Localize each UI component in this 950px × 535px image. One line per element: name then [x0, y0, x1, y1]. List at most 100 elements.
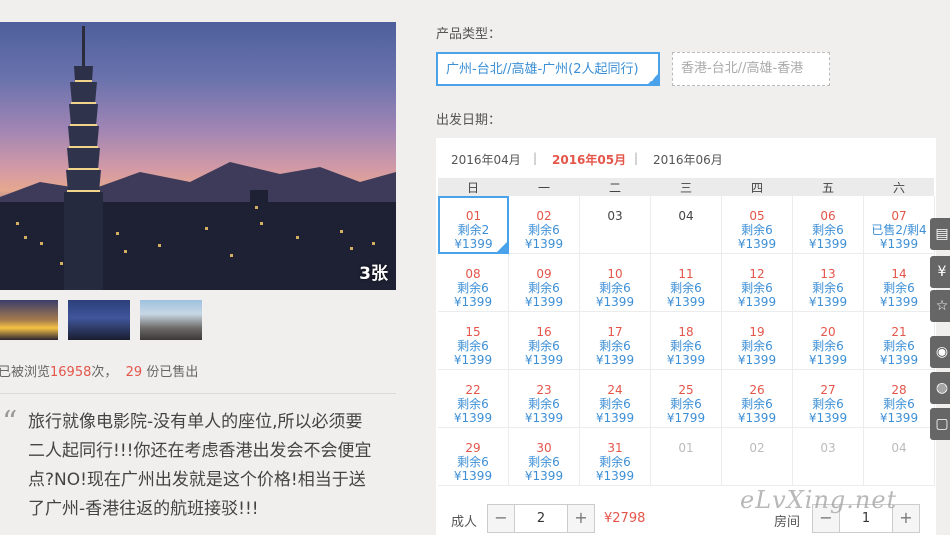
calendar-day[interactable]: 21 剩余6 ¥1399 [864, 312, 935, 370]
day-price: ¥1399 [524, 411, 564, 425]
calendar-day[interactable]: 28 剩余6 ¥1399 [864, 370, 935, 428]
day-number: 26 [749, 383, 765, 397]
calendar-day[interactable]: 09 剩余6 ¥1399 [509, 254, 580, 312]
day-number: 01 [465, 209, 482, 223]
calendar-day[interactable]: 27 剩余6 ¥1399 [793, 370, 864, 428]
day-stock: 剩余6 [670, 281, 702, 295]
quote-icon: “ [2, 405, 18, 440]
month-separator: | [533, 151, 538, 165]
day-number: 11 [678, 267, 694, 281]
calendar-day[interactable]: 02 剩余6 ¥1399 [509, 196, 580, 254]
calendar-day[interactable]: 01 剩余2 ¥1399 [438, 196, 509, 254]
day-number: 20 [820, 325, 836, 339]
calendar-day[interactable]: 10 剩余6 ¥1399 [580, 254, 651, 312]
adult-plus-button[interactable]: + [568, 505, 594, 532]
day-price: ¥1399 [808, 295, 848, 309]
day-number: 17 [607, 325, 623, 339]
weekday-sat: 六 [892, 181, 905, 195]
adult-quantity-input[interactable]: 2 [514, 505, 568, 532]
calendar-day[interactable]: 19 剩余6 ¥1399 [722, 312, 793, 370]
day-price: ¥1399 [808, 237, 848, 251]
calendar-day[interactable]: 12 剩余6 ¥1399 [722, 254, 793, 312]
day-stock: 剩余6 [528, 455, 560, 469]
product-type-option-hongkong[interactable]: 香港-台北//高雄-香港 [672, 52, 830, 86]
calendar-day: 01 [651, 428, 722, 486]
day-price: ¥1399 [453, 295, 493, 309]
day-number: 28 [891, 383, 907, 397]
calendar-day[interactable]: 22 剩余6 ¥1399 [438, 370, 509, 428]
weekday-thu: 四 [750, 181, 763, 195]
calendar-day[interactable]: 20 剩余6 ¥1399 [793, 312, 864, 370]
calendar-day: 04 [651, 196, 722, 254]
photo-count-badge: 3张 [359, 264, 388, 284]
day-number: 21 [891, 325, 907, 339]
calendar-day: 03 [580, 196, 651, 254]
views-prefix: 已被浏览 [0, 365, 51, 380]
calendar-day[interactable]: 15 剩余6 ¥1399 [438, 312, 509, 370]
calendar-day[interactable]: 06 剩余6 ¥1399 [793, 196, 864, 254]
calendar-day[interactable]: 18 剩余6 ¥1399 [651, 312, 722, 370]
calendar-day[interactable]: 14 剩余6 ¥1399 [864, 254, 935, 312]
calendar-day[interactable]: 11 剩余6 ¥1399 [651, 254, 722, 312]
thumbnail-3[interactable] [140, 300, 202, 340]
wechat-icon[interactable]: ◍ [930, 372, 950, 404]
calendar-day[interactable]: 24 剩余6 ¥1399 [580, 370, 651, 428]
sold-suffix: 份已售出 [146, 365, 199, 380]
day-number: 30 [536, 441, 552, 455]
day-stock: 剩余6 [528, 281, 560, 295]
product-type-option-label: 香港-台北//高雄-香港 [681, 61, 804, 76]
chat-icon[interactable]: ▢ [930, 408, 950, 440]
calendar-day[interactable]: 29 剩余6 ¥1399 [438, 428, 509, 486]
calendar-day: 04 [864, 428, 935, 486]
day-price: ¥1399 [879, 411, 919, 425]
day-price: ¥1399 [737, 353, 777, 367]
day-stock: 已售2/剩4 [871, 223, 927, 237]
calendar-day[interactable]: 26 剩余6 ¥1399 [722, 370, 793, 428]
day-number: 27 [820, 383, 836, 397]
tab-month-2016-06[interactable]: 2016年06月 [653, 151, 723, 168]
calendar-day[interactable]: 08 剩余6 ¥1399 [438, 254, 509, 312]
calendar-day[interactable]: 17 剩余6 ¥1399 [580, 312, 651, 370]
day-price: ¥1399 [737, 237, 777, 251]
clipboard-icon[interactable]: ▤ [930, 218, 950, 250]
day-number: 24 [607, 383, 623, 397]
calendar-day[interactable]: 07 已售2/剩4 ¥1399 [864, 196, 935, 254]
product-type-option-guangzhou[interactable]: 广州-台北//高雄-广州(2人起同行) ✓ [436, 52, 660, 86]
day-price: ¥1399 [595, 295, 635, 309]
calendar-day[interactable]: 25 剩余6 ¥1799 [651, 370, 722, 428]
tab-month-2016-05[interactable]: 2016年05月 [552, 151, 626, 168]
day-stock: 剩余2 [457, 223, 490, 237]
calendar-day[interactable]: 16 剩余6 ¥1399 [509, 312, 580, 370]
tab-month-2016-04[interactable]: 2016年04月 [451, 151, 521, 168]
site-watermark: eLvXing.net [740, 486, 898, 514]
sold-count: 29 [125, 365, 143, 380]
day-stock: 剩余6 [883, 281, 915, 295]
day-stock: 剩余6 [741, 223, 773, 237]
adult-label: 成人 [451, 515, 478, 530]
day-stock: 剩余6 [457, 397, 489, 411]
weibo-icon[interactable]: ◉ [930, 336, 950, 368]
day-stock: 剩余6 [670, 339, 702, 353]
day-price: ¥1399 [879, 353, 919, 367]
day-stock: 剩余6 [741, 339, 773, 353]
calendar-day[interactable]: 23 剩余6 ¥1399 [509, 370, 580, 428]
day-number: 13 [820, 267, 836, 281]
day-number: 22 [465, 383, 481, 397]
thumbnail-2[interactable] [68, 300, 130, 340]
product-type-option-label: 广州-台北//高雄-广州(2人起同行) [446, 62, 639, 77]
day-stock: 剩余6 [599, 339, 631, 353]
day-stock: 剩余6 [883, 339, 915, 353]
calendar-day[interactable]: 05 剩余6 ¥1399 [722, 196, 793, 254]
calendar-day[interactable]: 13 剩余6 ¥1399 [793, 254, 864, 312]
calendar-day[interactable]: 30 剩余6 ¥1399 [509, 428, 580, 486]
adult-minus-button[interactable]: − [488, 505, 514, 532]
day-number: 31 [607, 441, 623, 455]
yen-icon[interactable]: ¥ [930, 256, 950, 288]
day-number: 02 [536, 209, 552, 223]
hero-photo[interactable]: 3张 [0, 22, 396, 290]
day-number: 09 [536, 267, 552, 281]
thumbnail-1[interactable] [0, 300, 58, 340]
view-count: 16958 [50, 365, 92, 380]
calendar-day[interactable]: 31 剩余6 ¥1399 [580, 428, 651, 486]
star-icon[interactable]: ☆ [930, 290, 950, 322]
